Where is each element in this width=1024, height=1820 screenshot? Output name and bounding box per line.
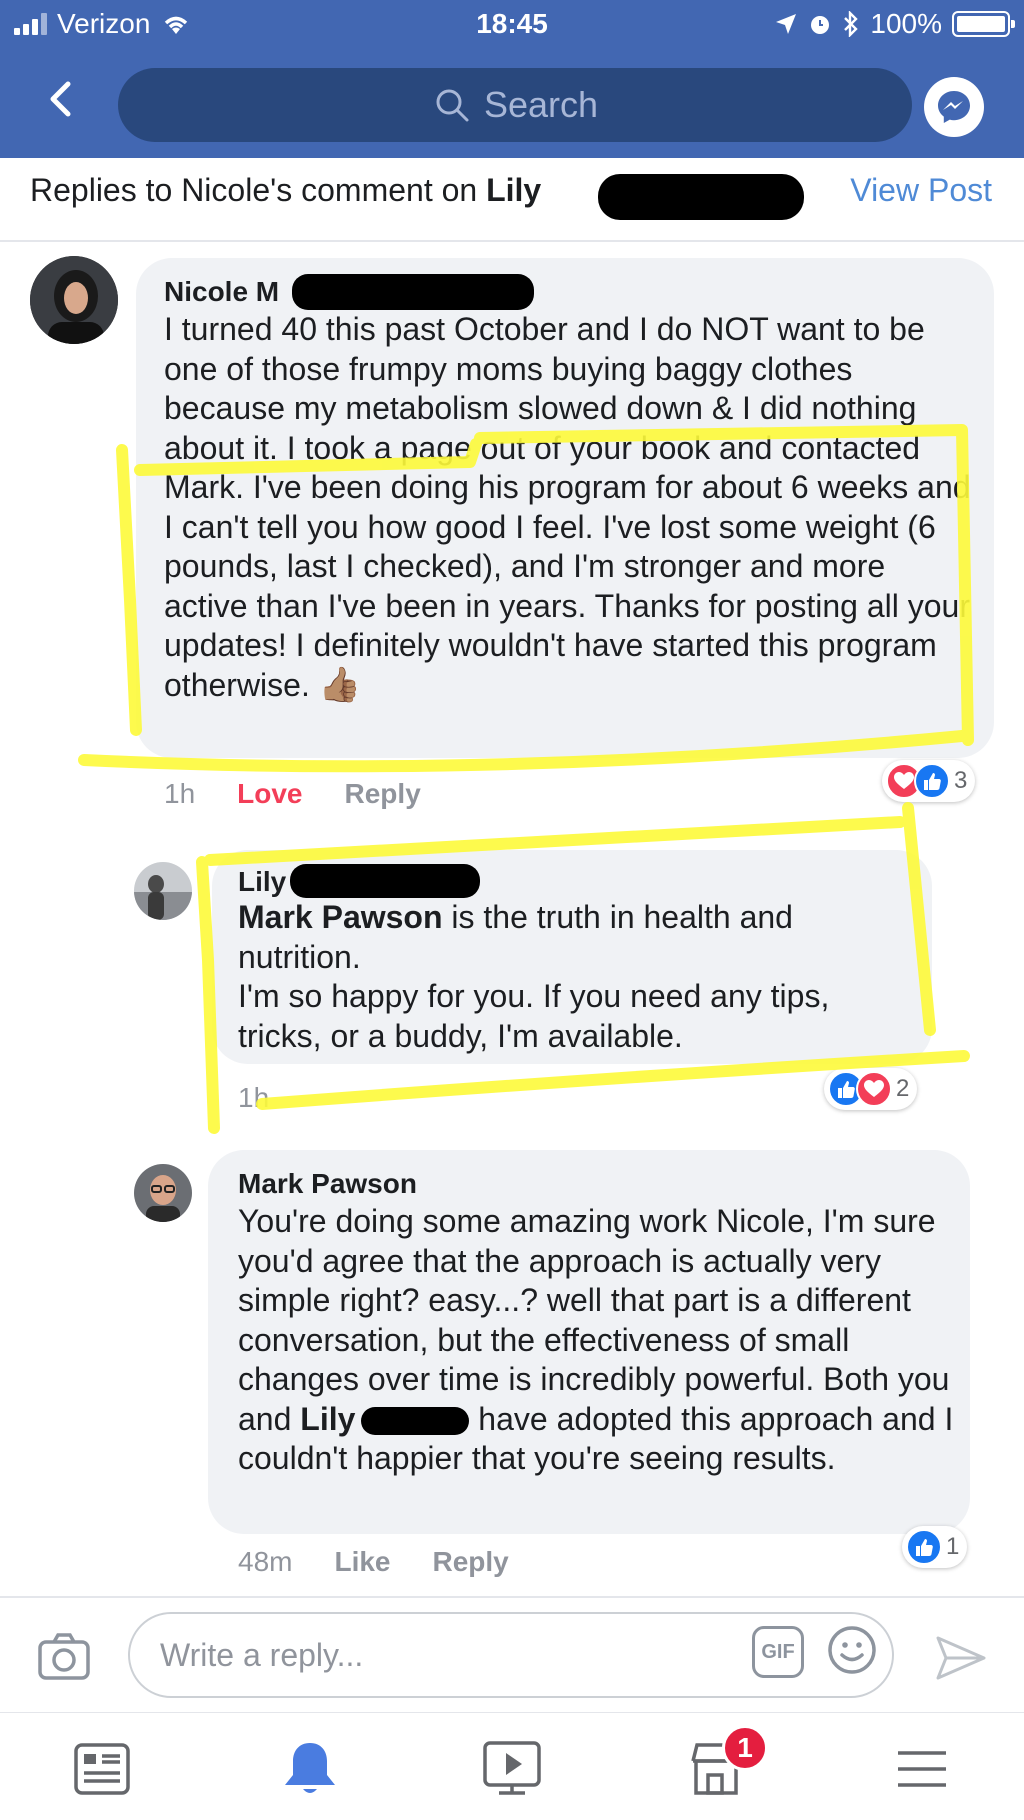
comment-time: 1h: [164, 778, 196, 809]
comment-meta: 1h Love Reply: [164, 778, 421, 810]
reply-button[interactable]: Reply: [345, 778, 421, 810]
status-bar: Verizon 18:45 100%: [0, 0, 1024, 50]
comment-text: I turned 40 this past October and I do N…: [164, 310, 974, 705]
comment-author[interactable]: Lily: [238, 866, 286, 898]
redaction-mark: [361, 1407, 470, 1436]
menu-tab[interactable]: [890, 1737, 954, 1801]
reaction-count: 2: [896, 1075, 910, 1102]
thumbs-up-icon: [914, 763, 950, 799]
alarm-icon: [811, 16, 830, 34]
emoji-icon[interactable]: [826, 1624, 878, 1676]
love-button[interactable]: Love: [237, 778, 302, 810]
watch-tab[interactable]: [480, 1737, 544, 1801]
comment-text: Mark Pawson is the truth in health and n…: [238, 898, 918, 1056]
redaction-mark: [292, 274, 534, 310]
search-placeholder: Search: [483, 84, 599, 125]
camera-icon[interactable]: [36, 1628, 92, 1684]
avatar-nicole[interactable]: [30, 256, 118, 344]
notification-badge: 1: [722, 1725, 768, 1771]
redaction-mark: [290, 864, 480, 898]
messenger-icon: [938, 91, 970, 123]
comment-meta: 48m Like Reply: [238, 1546, 509, 1578]
notifications-tab[interactable]: [278, 1737, 342, 1801]
back-arrow-icon[interactable]: [36, 74, 86, 124]
replies-title: Replies to Nicole's comment on Lily: [30, 172, 541, 209]
reaction-summary[interactable]: 1: [902, 1526, 968, 1568]
messenger-button[interactable]: [924, 77, 984, 137]
send-icon[interactable]: [934, 1632, 988, 1684]
reply-composer: Write a reply... GIF: [0, 1596, 1024, 1712]
search-input[interactable]: Search: [118, 68, 912, 142]
top-header: Verizon 18:45 100% Search: [0, 0, 1024, 158]
comment-time: 48m: [238, 1546, 293, 1577]
bottom-tab-bar: 1: [0, 1712, 1024, 1820]
battery-icon: [952, 11, 1015, 37]
gif-button[interactable]: GIF: [752, 1626, 804, 1678]
news-feed-icon: [74, 1743, 130, 1795]
comment-time: 1h: [238, 1082, 270, 1113]
post-owner-name[interactable]: Lily: [486, 172, 541, 208]
reply-button[interactable]: Reply: [433, 1546, 509, 1578]
replies-prefix: Replies to Nicole's comment on: [30, 172, 487, 208]
comment-author[interactable]: Mark Pawson: [238, 1168, 417, 1200]
nav-bar: Search: [0, 60, 1024, 150]
comment-text: You're doing some amazing work Nicole, I…: [238, 1202, 954, 1479]
comment-body: I turned 40 this past October and I do N…: [164, 311, 971, 703]
watch-icon: [483, 1741, 541, 1795]
search-icon: [436, 89, 469, 122]
reaction-summary[interactable]: 2: [824, 1068, 918, 1110]
thumbs-up-emoji: 👍🏽: [318, 665, 362, 704]
avatar-lily[interactable]: [134, 862, 192, 920]
reaction-count: 3: [954, 767, 968, 794]
replies-header: Replies to Nicole's comment on Lily View…: [0, 158, 1024, 242]
heart-icon: [856, 1071, 892, 1107]
redaction-mark: [598, 174, 804, 220]
hamburger-icon: [898, 1751, 946, 1787]
comment-meta: 1h: [238, 1082, 269, 1114]
mention-link[interactable]: Mark Pawson: [238, 899, 443, 935]
marketplace-tab[interactable]: 1: [684, 1725, 768, 1801]
avatar-mark[interactable]: [134, 1164, 192, 1222]
comment-line: Mark Pawson is the truth in health and n…: [238, 898, 918, 977]
battery-percent: 100%: [870, 8, 942, 39]
reaction-count: 1: [946, 1533, 960, 1560]
location-icon: [776, 14, 797, 34]
comment-line: I'm so happy for you. If you need any ti…: [238, 978, 830, 1054]
bell-icon: [285, 1743, 335, 1793]
mention-link[interactable]: Lily: [300, 1401, 355, 1437]
view-post-link[interactable]: View Post: [850, 172, 992, 209]
thumbs-up-icon: [906, 1529, 942, 1565]
bluetooth-icon: [844, 11, 859, 37]
like-button[interactable]: Like: [334, 1546, 390, 1578]
news-feed-tab[interactable]: [70, 1737, 134, 1801]
reaction-summary[interactable]: 3: [882, 760, 976, 802]
status-right: 100%: [774, 8, 1015, 40]
comment-author[interactable]: Nicole M: [164, 276, 279, 308]
